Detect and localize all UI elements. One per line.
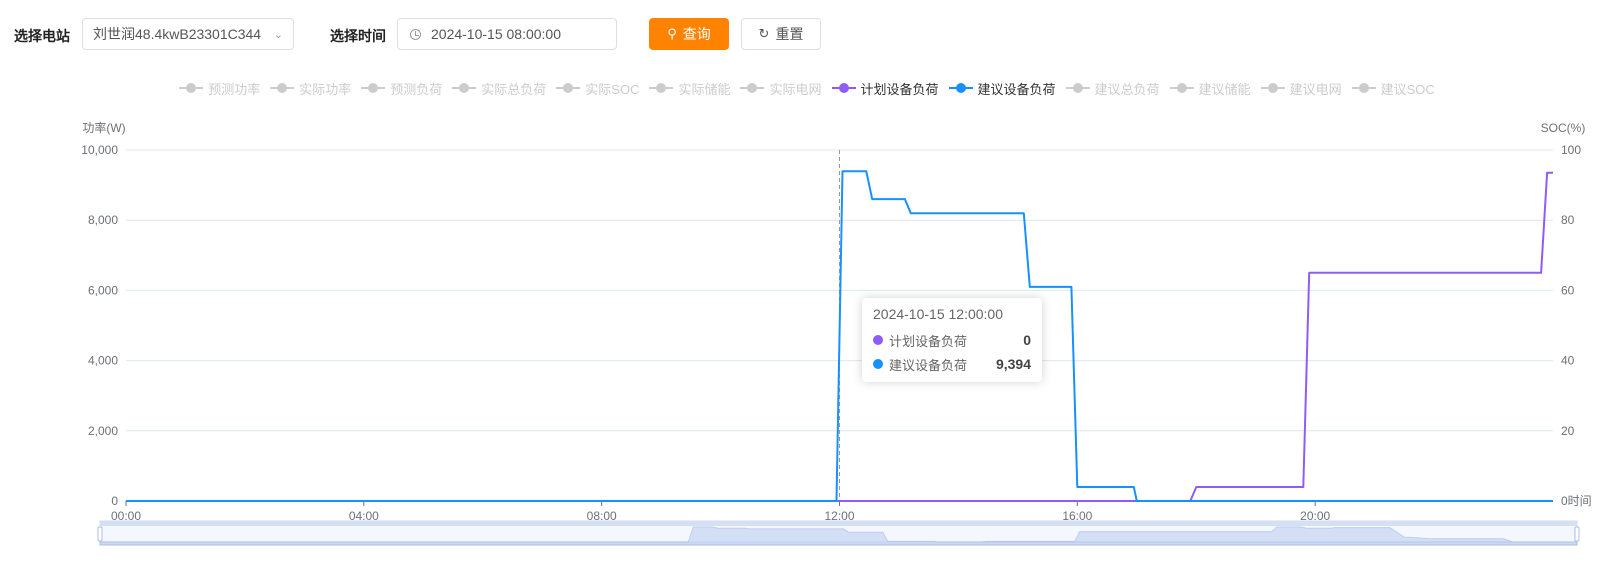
legend-label: 预测功率 xyxy=(208,81,261,97)
legend-marker xyxy=(1169,82,1194,94)
legend-item[interactable]: 实际SOC xyxy=(556,79,639,98)
y-tick-label: 10,000 xyxy=(81,143,118,157)
legend-item[interactable]: 建议总负荷 xyxy=(1065,79,1160,98)
legend-marker xyxy=(556,82,581,94)
legend-marker xyxy=(270,82,295,94)
legend-label: 实际功率 xyxy=(299,81,352,97)
tooltip-title: 2024-10-15 12:00:00 xyxy=(873,306,1003,322)
legend-marker xyxy=(452,82,477,94)
station-label: 选择电站 xyxy=(14,28,70,44)
y-axis-label: 功率(W) xyxy=(82,120,125,135)
legend-item[interactable]: 建议设备负荷 xyxy=(948,79,1056,98)
legend-item[interactable]: 实际总负荷 xyxy=(452,79,546,98)
y-tick-label: 4,000 xyxy=(88,354,118,368)
legend-item[interactable]: 实际功率 xyxy=(270,79,351,98)
tooltip-series-name: 计划设备负荷 xyxy=(889,333,968,349)
line-chart: 0 0时间 2,000 20 4,000 40 6,000 60 8,000 80 10,000 10… xyxy=(81,120,1592,546)
y-tick-label: 0 xyxy=(111,494,118,508)
date-time-picker[interactable]: 2024-10-15 08:00:00 xyxy=(397,18,617,50)
y2-tick-label: 60 xyxy=(1561,283,1575,297)
tooltip-series-name: 建议设备负荷 xyxy=(889,357,968,373)
query-button[interactable]: ⚲ 查询 xyxy=(649,18,729,50)
legend-item[interactable]: 建议储能 xyxy=(1169,79,1251,98)
time-label: 选择时间 xyxy=(330,28,386,44)
legend-item[interactable]: 建议电网 xyxy=(1260,79,1342,98)
legend-marker xyxy=(361,82,386,94)
legend-label: 建议设备负荷 xyxy=(977,81,1056,97)
legend-marker xyxy=(1260,82,1285,94)
clock-icon xyxy=(410,28,421,40)
legend-label: 建议储能 xyxy=(1198,81,1251,97)
query-button-label: 查询 xyxy=(682,26,711,42)
legend-label: 实际电网 xyxy=(769,81,822,97)
tooltip-series-value: 0 xyxy=(1023,332,1031,348)
legend-item[interactable]: 实际储能 xyxy=(649,79,730,98)
tooltip-series-dot xyxy=(873,335,883,345)
legend-label: 实际储能 xyxy=(678,81,731,97)
legend-label: 计划设备负荷 xyxy=(860,81,939,97)
legend-item[interactable]: 实际电网 xyxy=(740,79,822,98)
tooltip-series-value: 9,394 xyxy=(995,356,1031,372)
legend-marker xyxy=(740,82,765,94)
legend-label: 建议SOC xyxy=(1380,81,1435,97)
y2-tick-label: 0时间 xyxy=(1561,494,1592,508)
tooltip-row: 计划设备负荷 0 xyxy=(873,328,1031,352)
legend-marker xyxy=(831,82,856,94)
y-tick-label: 6,000 xyxy=(88,283,118,297)
search-icon: ⚲ xyxy=(667,26,677,41)
y2-tick-label: 40 xyxy=(1561,354,1575,368)
legend-label: 建议电网 xyxy=(1289,81,1342,97)
y2-tick-label: 20 xyxy=(1561,424,1575,438)
legend-marker xyxy=(179,82,204,94)
legend-item[interactable]: 预测功率 xyxy=(179,79,260,98)
legend-item[interactable]: 建议SOC xyxy=(1351,79,1435,98)
chevron-down-icon: ⌄ xyxy=(273,28,283,41)
filter-toolbar: 选择电站 刘世润48.4kwB23301C344 ⌄ 选择时间 2024-10-… xyxy=(0,0,1614,70)
legend-marker xyxy=(649,82,674,94)
y-tick-label: 2,000 xyxy=(88,424,118,438)
legend-label: 实际总负荷 xyxy=(481,81,547,97)
legend-item[interactable]: 预测负荷 xyxy=(361,79,442,98)
legend-marker xyxy=(948,82,973,94)
data-zoom-selected-bar xyxy=(100,521,1577,526)
chart-tooltip: 2024-10-15 12:00:00 计划设备负荷 0 建议设备负荷 9,39… xyxy=(862,298,1042,382)
chart-legend: 预测功率 实际功率 预测负荷 实际总负荷 实际SOC 实际储能 实际电网 计划设备负荷 建议设备… xyxy=(0,78,1614,98)
legend-label: 预测负荷 xyxy=(390,81,443,97)
refresh-icon: ↻ xyxy=(758,26,770,41)
y2-axis-label: SOC(%) xyxy=(1541,121,1586,135)
reset-button[interactable]: ↻ 重置 xyxy=(741,18,821,50)
station-select[interactable]: 刘世润48.4kwB23301C344 ⌄ xyxy=(82,18,294,50)
date-time-value: 2024-10-15 08:00:00 xyxy=(431,26,561,42)
tooltip-row: 建议设备负荷 9,394 xyxy=(873,352,1031,376)
legend-marker xyxy=(1065,82,1090,94)
data-zoom-handle-left[interactable] xyxy=(97,526,103,542)
station-select-value: 刘世润48.4kwB23301C344 xyxy=(93,26,262,42)
legend-label: 建议总负荷 xyxy=(1094,81,1160,97)
tooltip-series-dot xyxy=(873,359,883,369)
data-zoom-handle-right[interactable] xyxy=(1574,526,1580,542)
reset-button-label: 重置 xyxy=(775,26,804,42)
legend-label: 实际SOC xyxy=(585,81,640,97)
y-tick-label: 8,000 xyxy=(88,213,118,227)
legend-marker xyxy=(1351,82,1376,94)
y2-tick-label: 100 xyxy=(1561,143,1581,157)
legend-item[interactable]: 计划设备负荷 xyxy=(831,79,939,98)
y2-tick-label: 80 xyxy=(1561,213,1575,227)
